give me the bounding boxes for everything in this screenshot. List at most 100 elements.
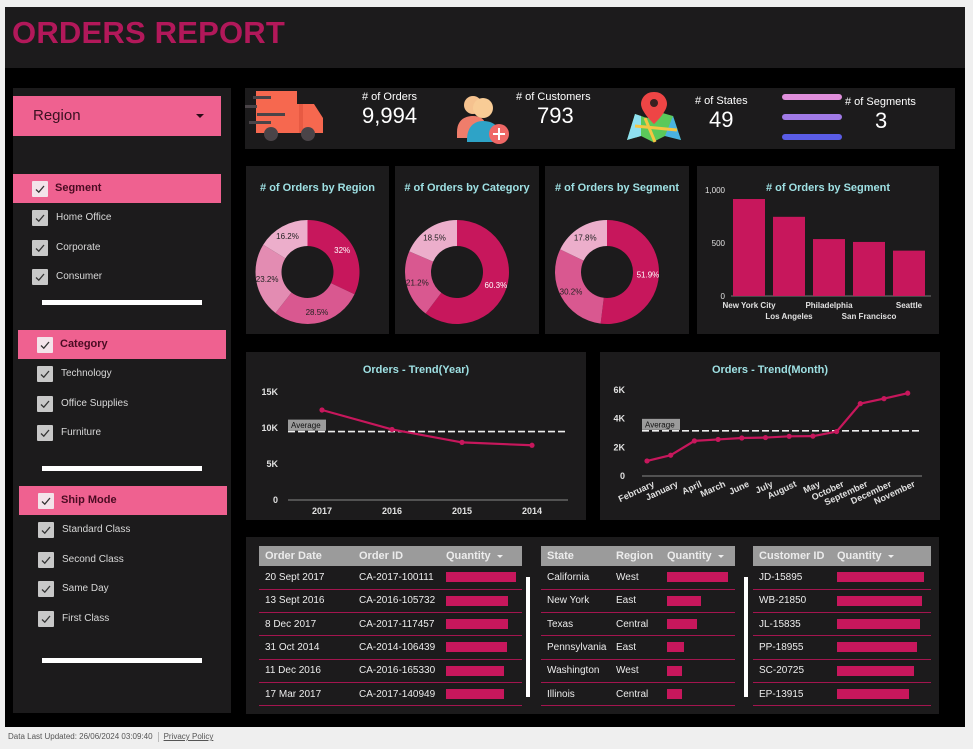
donut-slice-label: 32% [334, 246, 350, 255]
data-point[interactable] [786, 433, 792, 439]
filter-option[interactable]: Office Supplies [18, 392, 226, 416]
states-table-scrollbar[interactable] [744, 577, 748, 697]
data-point[interactable] [529, 442, 535, 448]
table-row[interactable]: JL-15835 [753, 612, 931, 637]
quantity-bar [837, 595, 923, 606]
cell-region: West [610, 566, 661, 590]
col-order-id[interactable]: Order ID [353, 546, 440, 566]
data-point[interactable] [857, 401, 863, 407]
table-row[interactable]: New York East [541, 589, 735, 614]
table-header-row: Order Date Order ID Quantity [259, 546, 522, 566]
filter-slider-bar[interactable] [42, 658, 202, 663]
table-row[interactable]: Pennsylvania East [541, 635, 735, 660]
table-row[interactable]: PP-18955 [753, 635, 931, 660]
col-quantity-label: Quantity [446, 550, 491, 562]
checkbox-checked-icon[interactable] [38, 610, 54, 627]
table-row[interactable]: JD-15895 [753, 566, 931, 590]
data-point[interactable] [691, 438, 697, 444]
filter-option[interactable]: First Class [19, 607, 227, 631]
table-row[interactable]: Texas Central [541, 612, 735, 637]
filter-header-select-all[interactable]: Category [18, 330, 226, 359]
table-row[interactable]: EP-13915 [753, 682, 931, 707]
bar[interactable] [893, 250, 925, 296]
table-row[interactable]: 20 Sept 2017 CA-2017-100111 [259, 566, 522, 590]
data-point[interactable] [739, 435, 745, 441]
filter-option[interactable]: Home Office [13, 206, 221, 230]
filter-option[interactable]: Consumer [13, 265, 221, 289]
y-tick-label: 1,000 [705, 186, 726, 195]
data-point[interactable] [762, 434, 769, 441]
col-customer-id[interactable]: Customer ID [753, 546, 831, 566]
quantity-bar [446, 665, 505, 676]
filter-option-label: Home Office [56, 212, 112, 223]
donut-slice[interactable] [307, 220, 360, 295]
table-row[interactable]: SC-20725 [753, 659, 931, 683]
table-row[interactable]: 31 Oct 2014 CA-2014-106439 [259, 635, 522, 660]
data-point[interactable] [389, 426, 395, 433]
filter-group-title: Segment [55, 182, 102, 194]
checkbox-checked-icon[interactable] [38, 581, 54, 597]
filter-option[interactable]: Furniture [18, 421, 226, 445]
filter-slider-bar[interactable] [42, 300, 202, 305]
table-row[interactable]: 13 Sept 2016 CA-2016-105732 [259, 589, 522, 614]
data-point[interactable] [881, 396, 887, 402]
filter-option[interactable]: Same Day [19, 577, 227, 601]
checkbox-checked-icon[interactable] [37, 395, 53, 412]
data-point[interactable] [715, 436, 721, 443]
region-dropdown[interactable]: Region [13, 96, 221, 136]
segments-lines-icon [782, 94, 842, 140]
col-state[interactable]: State [541, 546, 610, 566]
cell-id: CA-2016-105732 [353, 589, 440, 614]
col-order-date[interactable]: Order Date [259, 546, 353, 566]
checkbox-checked-icon[interactable] [37, 366, 53, 382]
col-quantity[interactable]: Quantity [440, 546, 522, 566]
table-row[interactable]: 11 Dec 2016 CA-2016-165330 [259, 659, 522, 683]
checkbox-checked-icon[interactable] [32, 210, 48, 226]
data-point[interactable] [905, 390, 911, 396]
cell-date: 8 Dec 2017 [259, 612, 353, 637]
data-point[interactable] [810, 433, 816, 439]
table-row[interactable]: California West [541, 566, 735, 590]
cell-state: New York [541, 589, 610, 614]
data-point[interactable] [834, 428, 840, 435]
cell-quantity [440, 589, 522, 614]
table-row[interactable]: 17 Mar 2017 CA-2017-140949 [259, 682, 522, 707]
col-quantity[interactable]: Quantity [831, 546, 931, 566]
bar[interactable] [813, 239, 845, 296]
filter-header-select-all[interactable]: Ship Mode [19, 486, 227, 515]
filter-header-select-all[interactable]: Segment [13, 174, 221, 203]
checkbox-checked-icon[interactable] [32, 181, 48, 197]
checkbox-checked-icon[interactable] [32, 239, 48, 256]
checkbox-checked-icon[interactable] [38, 551, 54, 568]
data-point[interactable] [644, 458, 650, 464]
checkbox-checked-icon[interactable] [32, 269, 48, 285]
filter-option[interactable]: Corporate [13, 236, 221, 260]
table-header-row: State Region Quantity [541, 546, 735, 566]
cell-id: CA-2017-100111 [353, 566, 440, 590]
bar[interactable] [773, 216, 805, 296]
orders-table-scrollbar[interactable] [526, 577, 530, 697]
data-point[interactable] [459, 439, 465, 445]
table-row[interactable]: WB-21850 [753, 589, 931, 614]
table-row[interactable]: 8 Dec 2017 CA-2017-117457 [259, 612, 522, 637]
filter-slider-bar[interactable] [42, 466, 202, 471]
cell-id: CA-2017-117457 [353, 612, 440, 637]
col-quantity[interactable]: Quantity [661, 546, 735, 566]
donut-slice-label: 28.5% [306, 308, 329, 317]
filter-option[interactable]: Second Class [19, 548, 227, 572]
checkbox-checked-icon[interactable] [38, 493, 54, 509]
table-row[interactable]: Illinois Central [541, 682, 735, 707]
table-row[interactable]: Washington West [541, 659, 735, 683]
privacy-policy-link[interactable]: Privacy Policy [164, 732, 214, 741]
checkbox-checked-icon[interactable] [37, 425, 53, 441]
filter-option[interactable]: Technology [18, 362, 226, 386]
filter-option[interactable]: Standard Class [19, 518, 227, 542]
data-point[interactable] [668, 452, 674, 458]
data-point[interactable] [319, 407, 325, 413]
col-region[interactable]: Region [610, 546, 661, 566]
donut-slice[interactable] [555, 249, 604, 324]
checkbox-checked-icon[interactable] [37, 337, 53, 353]
checkbox-checked-icon[interactable] [38, 522, 54, 538]
bar[interactable] [853, 241, 885, 296]
bar[interactable] [733, 199, 765, 296]
